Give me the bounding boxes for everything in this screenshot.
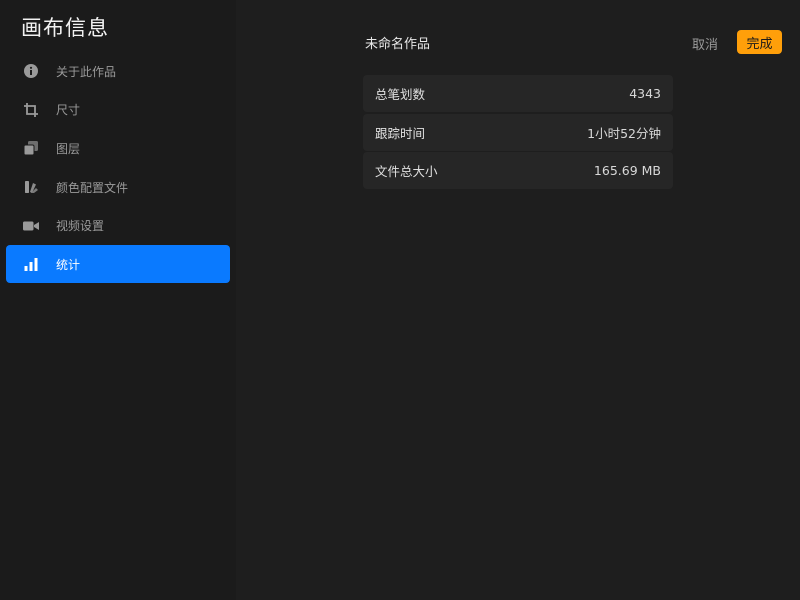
sidebar-item-label: 尺寸	[56, 103, 81, 118]
done-button[interactable]: 完成	[737, 30, 782, 54]
sidebar-item-statistics[interactable]: 统计	[6, 245, 230, 284]
main-panel: 未命名作品 取消 完成 总笔划数 4343 跟踪时间 1小时52分钟 文件总大小…	[236, 0, 800, 600]
canvas-info-window: 画布信息 关于此作品 尺寸 图层 颜色配置文件 视频设置 统计 未命名作品 取消…	[0, 0, 800, 600]
stat-row-tracked-time: 跟踪时间 1小时52分钟	[363, 113, 673, 151]
sidebar-item-label: 视频设置	[56, 219, 105, 234]
sidebar-item-label: 关于此作品	[56, 64, 117, 79]
sidebar-item-about[interactable]: 关于此作品	[6, 52, 230, 90]
sidebar-item-label: 颜色配置文件	[56, 180, 129, 195]
stat-label: 文件总大小	[375, 164, 438, 179]
sidebar-item-video-settings[interactable]: 视频设置	[6, 207, 230, 245]
sidebar-item-dimensions[interactable]: 尺寸	[6, 91, 230, 129]
stat-value: 1小时52分钟	[587, 125, 661, 141]
statistics-list: 总笔划数 4343 跟踪时间 1小时52分钟 文件总大小 165.69 MB	[363, 75, 673, 191]
sidebar-title: 画布信息	[21, 16, 109, 40]
sidebar-item-layers[interactable]: 图层	[6, 129, 230, 167]
info-icon	[23, 63, 39, 79]
stat-value: 165.69 MB	[593, 163, 661, 178]
color-swatch-icon	[23, 179, 39, 195]
bar-chart-icon	[23, 256, 39, 272]
crop-icon	[23, 102, 39, 118]
stat-row-file-size: 文件总大小 165.69 MB	[363, 152, 673, 189]
sidebar-item-label: 图层	[56, 141, 81, 156]
sidebar-item-label: 统计	[56, 257, 81, 272]
stat-label: 跟踪时间	[375, 125, 426, 141]
stat-row-stroke-count: 总笔划数 4343	[363, 75, 673, 112]
stat-value: 4343	[629, 86, 661, 101]
sidebar: 画布信息 关于此作品 尺寸 图层 颜色配置文件 视频设置 统计	[0, 0, 236, 600]
cancel-button[interactable]: 取消	[692, 34, 718, 53]
layers-icon	[23, 140, 39, 156]
stat-label: 总笔划数	[375, 87, 426, 102]
artwork-title: 未命名作品	[365, 37, 431, 52]
sidebar-nav: 关于此作品 尺寸 图层 颜色配置文件 视频设置 统计	[6, 52, 230, 284]
sidebar-item-color-profile[interactable]: 颜色配置文件	[6, 168, 230, 206]
video-camera-icon	[23, 218, 39, 234]
